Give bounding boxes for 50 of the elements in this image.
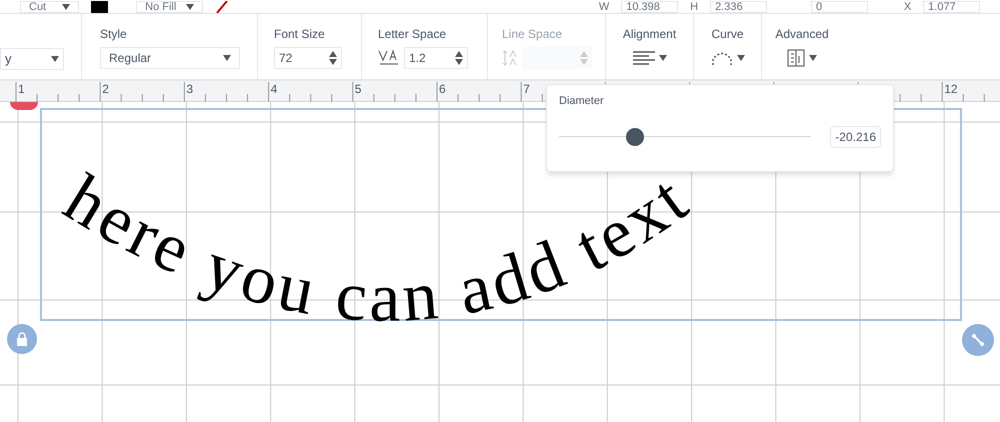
spinner-icon bbox=[455, 50, 463, 64]
advanced-icon bbox=[787, 48, 805, 66]
caret-icon bbox=[51, 56, 59, 62]
height-label: H bbox=[690, 2, 698, 13]
rotate-handle[interactable] bbox=[10, 102, 38, 110]
width-field[interactable]: 10.398 bbox=[621, 1, 678, 13]
caret-icon bbox=[62, 4, 70, 10]
ruler-number: 12 bbox=[944, 83, 958, 95]
field-label: Advanced bbox=[775, 26, 829, 42]
field-label: Curve bbox=[711, 26, 744, 42]
x-field[interactable]: 1.077 bbox=[923, 1, 980, 13]
caret-icon bbox=[186, 4, 194, 10]
field-label: Alignment bbox=[622, 26, 676, 42]
letter-space-field[interactable]: 1.2 bbox=[404, 46, 468, 68]
ruler-number: 6 bbox=[439, 83, 446, 95]
style-select[interactable]: Regular bbox=[100, 46, 240, 68]
width-label: W bbox=[598, 2, 610, 13]
line-spacing-icon bbox=[502, 48, 518, 66]
caret-icon bbox=[658, 54, 666, 60]
caret-icon bbox=[809, 54, 817, 60]
height-field[interactable]: 2.336 bbox=[710, 1, 767, 13]
letter-spacing-icon bbox=[378, 48, 400, 66]
advanced-button[interactable] bbox=[787, 46, 817, 68]
field-label: Letter Space bbox=[378, 26, 448, 42]
fill-select[interactable]: No Fill bbox=[136, 1, 203, 13]
font-size-field[interactable]: 72 bbox=[274, 46, 342, 68]
caret-icon bbox=[736, 54, 744, 60]
rotate-field[interactable]: 0 bbox=[810, 1, 868, 13]
ruler-number: 1 bbox=[18, 83, 25, 95]
field-label: Line Space bbox=[502, 26, 564, 42]
operation-select[interactable]: Cut bbox=[20, 1, 80, 13]
ruler-number: 7 bbox=[523, 83, 530, 95]
field-label: Style bbox=[100, 26, 128, 42]
diameter-label: Diameter bbox=[559, 94, 605, 109]
ruler-number: 5 bbox=[354, 83, 362, 95]
align-left-icon bbox=[632, 50, 654, 64]
font-select[interactable]: y bbox=[0, 48, 64, 70]
ruler-number: 2 bbox=[102, 83, 109, 95]
spinner-icon bbox=[580, 50, 588, 64]
diameter-slider[interactable] bbox=[559, 126, 811, 146]
ruler-number: 3 bbox=[186, 83, 194, 95]
spinner-icon bbox=[329, 50, 337, 64]
ruler-number: 4 bbox=[270, 83, 278, 95]
x-label: X bbox=[904, 2, 912, 13]
pen-icon[interactable] bbox=[214, 1, 228, 13]
color-swatch[interactable] bbox=[91, 1, 108, 13]
curved-text[interactable]: here you can add text bbox=[55, 122, 755, 362]
field-label: Font Size bbox=[274, 26, 326, 42]
diameter-field[interactable]: -20.216 bbox=[830, 126, 881, 148]
caret-icon bbox=[223, 54, 231, 60]
